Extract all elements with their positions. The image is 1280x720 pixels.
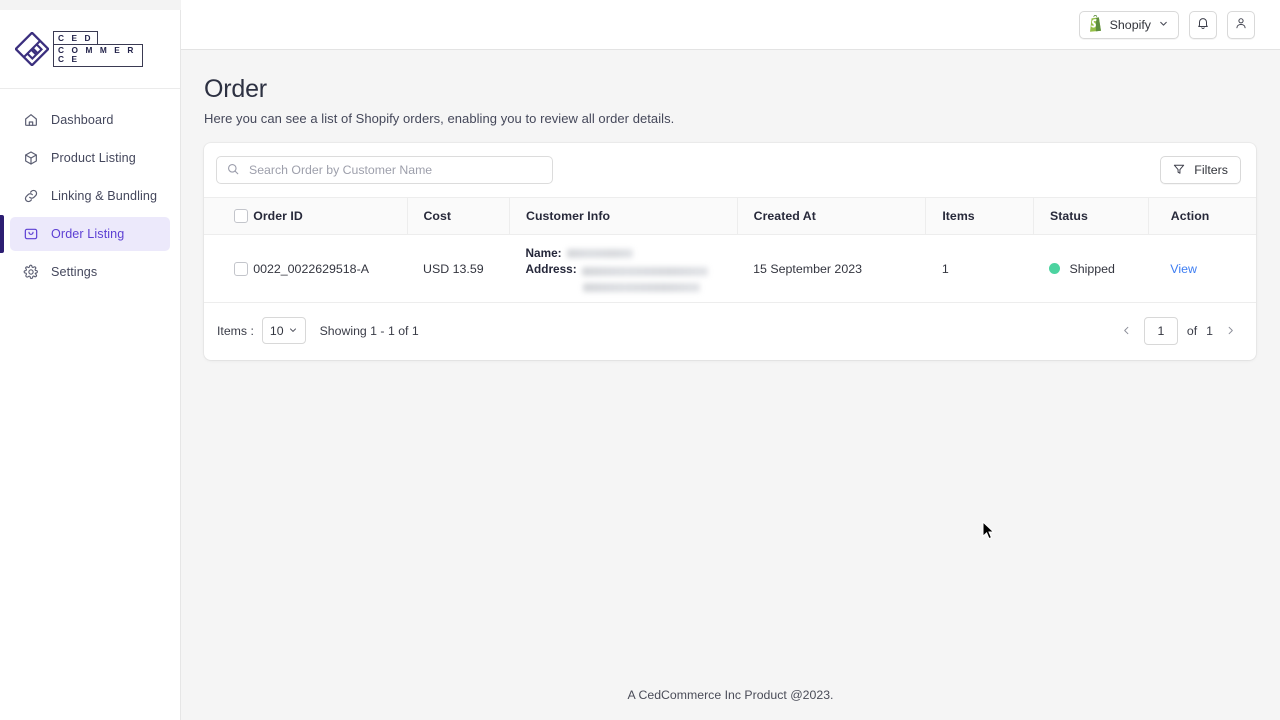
table-header-row: Order ID Cost Customer Info Created At I… bbox=[204, 197, 1256, 235]
logo-line-commerce: C O M M E R C E bbox=[53, 43, 143, 67]
of-label: of bbox=[1186, 323, 1198, 338]
cell-created-at: 15 September 2023 bbox=[753, 261, 862, 276]
main-area: Shopify Order Here you can see a list of… bbox=[181, 0, 1280, 720]
card-toolbar: Filters bbox=[204, 143, 1256, 197]
th-items: Items bbox=[925, 197, 1034, 235]
orders-table-body: 0022_0022629518-A USD 13.59 Name: Addres… bbox=[204, 235, 1256, 303]
chevron-left-icon[interactable] bbox=[1119, 320, 1135, 342]
items-per-page-label: Items : bbox=[217, 323, 254, 338]
th-customer-info: Customer Info bbox=[509, 197, 738, 235]
current-page-input[interactable]: 1 bbox=[1143, 316, 1178, 345]
orders-table-head: Order ID Cost Customer Info Created At I… bbox=[204, 197, 1256, 235]
brand-wordmark: C E D C O M M E R C E bbox=[53, 31, 143, 67]
row-select-checkbox[interactable] bbox=[234, 261, 248, 276]
user-icon bbox=[1234, 16, 1248, 33]
th-order-id: Order ID bbox=[253, 209, 303, 223]
total-pages-label: 1 bbox=[1206, 323, 1213, 338]
cell-customer-info: Name: Address: bbox=[510, 235, 738, 303]
chevron-down-icon bbox=[288, 324, 298, 338]
cell-action: View bbox=[1148, 235, 1256, 303]
page-title: Order bbox=[204, 75, 267, 103]
account-button[interactable] bbox=[1227, 10, 1255, 39]
search-icon bbox=[226, 162, 240, 179]
view-order-link[interactable]: View bbox=[1170, 262, 1197, 276]
customer-address-redacted-line1 bbox=[581, 266, 708, 276]
customer-address-row: Address: bbox=[526, 261, 738, 293]
page-footer: A CedCommerce Inc Product @2023. bbox=[181, 684, 1280, 720]
cell-cost: USD 13.59 bbox=[423, 261, 484, 276]
app-root: C E D C O M M E R C E Dashboard Product … bbox=[0, 0, 1280, 720]
shopify-store-selector[interactable]: Shopify bbox=[1078, 10, 1179, 39]
customer-address-label: Address: bbox=[525, 261, 577, 276]
th-status: Status bbox=[1032, 197, 1149, 235]
sidebar-item-product-listing[interactable]: Product Listing bbox=[10, 141, 170, 175]
filters-button-label: Filters bbox=[1194, 163, 1228, 177]
bell-icon bbox=[1196, 16, 1210, 33]
customer-name-redacted bbox=[566, 248, 633, 258]
pagination-right: 1 of 1 bbox=[1119, 316, 1238, 345]
top-bar: Shopify bbox=[181, 0, 1280, 50]
search-order-box[interactable] bbox=[216, 156, 553, 184]
items-per-page-value: 10 bbox=[269, 323, 284, 338]
page-subtitle: Here you can see a list of Shopify order… bbox=[204, 111, 675, 126]
table-row[interactable]: 0022_0022629518-A USD 13.59 Name: Addres… bbox=[204, 235, 1256, 303]
orders-table: Order ID Cost Customer Info Created At I… bbox=[204, 197, 1256, 303]
bag-icon bbox=[22, 226, 39, 243]
sidebar-item-settings[interactable]: Settings bbox=[10, 255, 170, 289]
home-icon bbox=[22, 112, 39, 129]
sidebar-item-label: Dashboard bbox=[51, 113, 114, 127]
sidebar-item-label: Linking & Bundling bbox=[51, 189, 158, 203]
gear-icon bbox=[22, 264, 39, 281]
cell-select bbox=[204, 235, 253, 303]
customer-name-label: Name: bbox=[525, 245, 562, 260]
cell-status: Shipped bbox=[1033, 235, 1148, 303]
select-all-checkbox[interactable] bbox=[234, 209, 248, 223]
pagination-left: Items : 10 Showing 1 - 1 of 1 bbox=[217, 317, 419, 344]
cube-icon bbox=[22, 150, 39, 167]
content-area: Order Here you can see a list of Shopify… bbox=[181, 50, 1280, 684]
link-icon bbox=[22, 188, 39, 205]
customer-address-redacted-line2 bbox=[582, 282, 700, 292]
cell-order-id: 0022_0022629518-A bbox=[253, 261, 369, 276]
notifications-button[interactable] bbox=[1189, 10, 1217, 39]
ced-diamond-logo-icon bbox=[13, 30, 51, 68]
sidebar-item-linking-bundling[interactable]: Linking & Bundling bbox=[10, 179, 170, 213]
shopify-bag-icon bbox=[1088, 14, 1103, 35]
th-select-all bbox=[204, 198, 253, 235]
footer-text: A CedCommerce Inc Product @2023. bbox=[627, 688, 834, 702]
showing-range-text: Showing 1 - 1 of 1 bbox=[319, 323, 419, 338]
th-created-at: Created At bbox=[736, 197, 926, 235]
th-action: Action bbox=[1147, 197, 1256, 235]
th-cost: Cost bbox=[406, 197, 510, 235]
order-list-card: Filters Order ID Cost Customer Info Crea… bbox=[204, 143, 1256, 360]
search-input[interactable] bbox=[249, 163, 543, 177]
filters-button[interactable]: Filters bbox=[1160, 156, 1241, 184]
chevron-down-icon bbox=[1158, 17, 1169, 32]
sidebar-item-order-listing[interactable]: Order Listing bbox=[0, 215, 170, 253]
status-dot-icon bbox=[1049, 263, 1061, 274]
status-badge: Shipped bbox=[1069, 261, 1115, 276]
sidebar: C E D C O M M E R C E Dashboard Product … bbox=[0, 0, 181, 720]
shopify-button-label: Shopify bbox=[1109, 17, 1151, 32]
sidebar-item-label: Product Listing bbox=[51, 151, 136, 165]
sidebar-nav: Dashboard Product Listing Linking & Bund… bbox=[0, 89, 180, 291]
sidebar-item-label: Settings bbox=[51, 265, 98, 279]
cell-items: 1 bbox=[941, 261, 949, 276]
chevron-right-icon[interactable] bbox=[1222, 320, 1238, 342]
sidebar-item-label: Order Listing bbox=[51, 227, 125, 241]
filter-funnel-icon bbox=[1172, 162, 1186, 179]
pagination-bar: Items : 10 Showing 1 - 1 of 1 1 of 1 bbox=[204, 303, 1256, 360]
items-per-page-select[interactable]: 10 bbox=[261, 317, 306, 344]
sidebar-top-strip bbox=[0, 0, 181, 10]
sidebar-item-dashboard[interactable]: Dashboard bbox=[10, 103, 170, 137]
brand-logo[interactable]: C E D C O M M E R C E bbox=[0, 10, 180, 89]
customer-name-row: Name: bbox=[526, 245, 738, 261]
